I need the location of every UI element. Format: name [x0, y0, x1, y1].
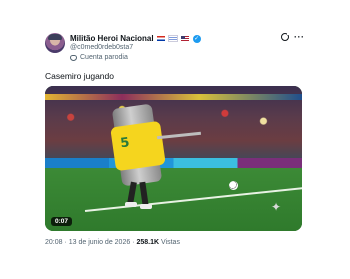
- verified-badge-icon: ✓: [192, 34, 201, 43]
- author-name[interactable]: Militão Heroi Nacional: [70, 34, 154, 43]
- author-row: Militão Heroi Nacional ✓: [70, 33, 201, 44]
- parody-label-text: Cuenta parodia: [80, 54, 128, 61]
- usa-flag-icon: [180, 36, 189, 41]
- video-duration-badge: 0:07: [51, 217, 73, 226]
- israel-flag-icon: [167, 35, 178, 42]
- jersey-number: 5: [119, 135, 131, 152]
- video-player[interactable]: 5 0:07 ✦: [45, 86, 302, 231]
- video-banner: [45, 94, 302, 100]
- sparkle-icon: ✦: [271, 200, 282, 214]
- views-label: Vistas: [161, 239, 180, 246]
- post-text: Casemiro jugando: [45, 71, 114, 81]
- yellow-jersey: 5: [110, 120, 166, 172]
- grok-icon[interactable]: [281, 32, 290, 41]
- more-options-icon[interactable]: ···: [294, 32, 305, 42]
- video-pitch: [45, 168, 302, 231]
- avatar[interactable]: [45, 33, 65, 53]
- paraguay-flag-icon: [156, 36, 165, 41]
- video-adboard: [45, 158, 302, 168]
- author-handle[interactable]: @c0med0rdeb0sta7: [70, 44, 133, 51]
- views-count: 258.1K: [136, 239, 160, 246]
- post-timestamp[interactable]: 20:08 · 13 de junio de 2026: [45, 239, 130, 246]
- mascot-boot-left: [125, 202, 137, 207]
- soccer-ball-icon: [229, 181, 238, 190]
- mascot-boot-right: [140, 204, 152, 209]
- parody-label: Cuenta parodia: [70, 54, 128, 61]
- post-meta: 20:08 · 13 de junio de 2026 · 258.1K Vis…: [45, 239, 180, 246]
- parody-mask-icon: [70, 54, 77, 61]
